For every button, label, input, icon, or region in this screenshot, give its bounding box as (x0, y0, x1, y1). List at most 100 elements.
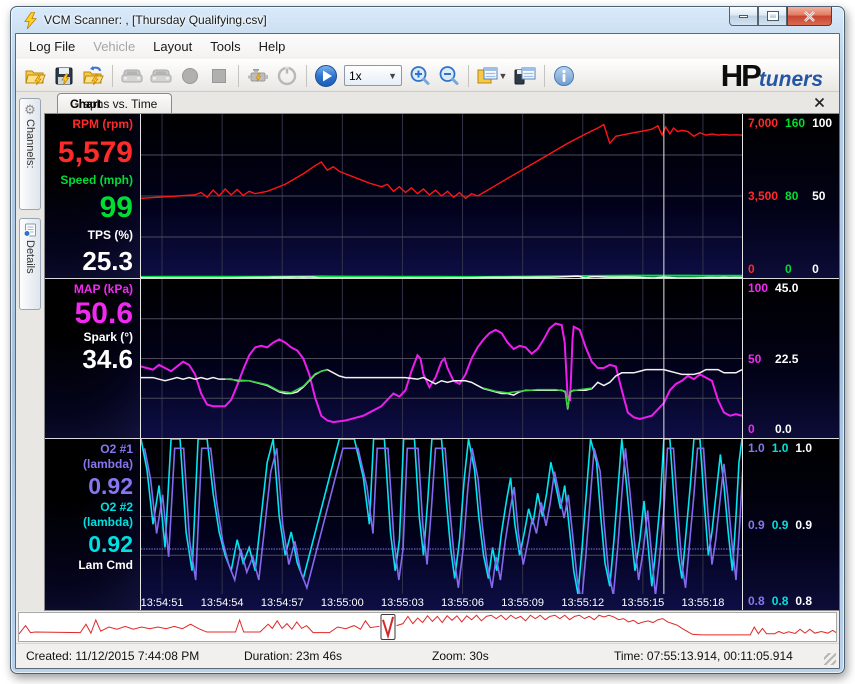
axis-tick: 80 (785, 189, 799, 203)
log-overview-strip[interactable] (18, 612, 837, 642)
time-tick-label: 13:55:12 (561, 597, 605, 609)
channel-value: 34.6 (82, 344, 133, 374)
chevron-down-icon: ▼ (388, 70, 397, 81)
stop-button (206, 63, 232, 89)
save-log-button[interactable] (51, 63, 77, 89)
zoom-in-button[interactable] (407, 63, 433, 89)
axis-column: 100 50 0 (748, 281, 775, 436)
channel-label: Speed (mph) (60, 172, 133, 187)
zoom-out-icon (439, 65, 459, 85)
status-time: Time: 07:55:13.914, 00:11:05.914 (614, 649, 793, 663)
toolbar-separator (468, 64, 469, 87)
title-bar[interactable]: VCM Scanner: , [Thursday Qualifying.csv] (15, 7, 840, 33)
toolbar-separator (238, 64, 239, 87)
axis-tick: 50 (812, 189, 826, 203)
connect-vehicle-button (119, 63, 145, 89)
play-button[interactable] (313, 63, 339, 89)
time-tick-label: 13:55:03 (381, 597, 424, 609)
axis-tick: 0 (748, 422, 755, 436)
channel-labels-panel: RPM (rpm) 5,579 Speed (mph) 99 TPS (%) 25.3 (45, 114, 141, 278)
reopen-log-button[interactable] (80, 63, 106, 89)
maximize-icon (766, 11, 779, 21)
maximize-button[interactable] (758, 7, 787, 26)
record-button (177, 63, 203, 89)
folder-back-arrow-icon (83, 65, 104, 85)
open-log-button[interactable] (22, 63, 48, 89)
hptuners-logo: HP tuners (721, 60, 833, 91)
axis-tick: 0.0 (775, 422, 792, 436)
channel-label: RPM (rpm) (72, 117, 133, 131)
toolbar-separator (544, 64, 545, 87)
time-tick-label: 13:55:00 (320, 597, 364, 609)
save-floppy-icon (55, 67, 73, 85)
layout-select-button[interactable]: ▼ (475, 63, 509, 89)
axis-tick: 0.9 (748, 517, 765, 532)
playback-speed-select[interactable]: 1x ▼ (344, 65, 402, 86)
zoom-out-button[interactable] (436, 63, 462, 89)
series-MAP (141, 324, 742, 423)
logo-tuners-text: tuners (758, 68, 823, 91)
axis-tick: 0.8 (771, 594, 789, 608)
time-tick-label: 13:54:57 (260, 597, 304, 609)
close-button[interactable] (787, 7, 832, 26)
channel-value: 99 (99, 191, 133, 225)
info-icon (554, 65, 574, 86)
status-created: Created: 11/12/2015 7:44:08 PM (26, 649, 200, 663)
axis-tick: 22.5 (775, 351, 799, 366)
axis-tick: 0 (748, 262, 755, 276)
axis-column: 7,000 3,500 0 (748, 116, 785, 276)
axis-tick: 7,000 (748, 116, 779, 130)
chart-plot-area[interactable]: 13:54:51 13:54:54 13:54:57 13:55:00 13:55:03… (141, 439, 742, 610)
app-window: VCM Scanner: , [Thursday Qualifying.csv]… (10, 6, 845, 674)
axis-tick: 160 (785, 116, 806, 130)
axis-column: 1.0 0.9 0.8 (795, 441, 819, 608)
menu-layout[interactable]: Layout (144, 36, 201, 57)
save-layout-button[interactable] (512, 63, 538, 89)
right-axis-panel: 1.0 0.9 0.8 1.0 0.9 0.8 1.0 0.9 0.8 (742, 439, 839, 610)
playback-speed-value: 1x (349, 68, 362, 83)
overview-waveform (19, 615, 836, 635)
channel-value: 0.92 (88, 473, 133, 499)
details-page-icon (23, 223, 36, 237)
open-folder-icon (25, 70, 46, 85)
chart-plot-area[interactable] (141, 114, 742, 278)
axis-tick: 3,500 (748, 189, 779, 203)
axis-column: 100 50 0 (812, 116, 839, 276)
slider-check-mark (382, 616, 395, 639)
time-tick-label: 13:54:54 (200, 597, 244, 609)
time-tick-label: 13:55:18 (681, 597, 725, 609)
menu-log-file[interactable]: Log File (20, 36, 84, 57)
axis-tick: 0.9 (795, 517, 813, 532)
tab-strip: Chart Graphs vs. Time (44, 92, 839, 113)
axis-tick: 1.0 (748, 441, 765, 455)
channel-label: Spark (°) (83, 330, 133, 344)
time-tick-label: 13:55:06 (441, 597, 484, 609)
close-tab-icon (814, 97, 824, 108)
minimize-button[interactable] (729, 7, 758, 26)
tab-graphs-vs-time[interactable]: Chart Graphs vs. Time (57, 93, 173, 113)
chart-plot-area[interactable] (141, 279, 742, 438)
menu-help[interactable]: Help (250, 36, 295, 57)
gear-icon: ⚙ (24, 102, 36, 117)
status-duration: Duration: 23m 46s (244, 649, 343, 663)
channel-label: Lam Cmd (78, 558, 133, 572)
channel-label: O2 #2 (lambda) (82, 500, 133, 529)
resize-grip[interactable] (824, 653, 836, 665)
sidebar-tab-channels[interactable]: ⚙ Channels: (19, 98, 41, 210)
channel-value: 50.6 (74, 297, 133, 330)
status-bar: Created: 11/12/2015 7:44:08 PM Duration:… (16, 643, 839, 668)
right-axis-panel: 100 50 0 45.0 22.5 0.0 (742, 279, 839, 438)
overview-position-slider[interactable] (380, 614, 396, 640)
channels-tab-label: Channels: (24, 119, 36, 169)
tab-close-button[interactable] (811, 95, 827, 111)
minimize-icon (739, 14, 748, 18)
axis-tick: 0.8 (795, 594, 813, 608)
sidebar-tab-details[interactable]: Details (19, 218, 41, 310)
tab-label: Graphs vs. Time (70, 97, 158, 111)
power-button (274, 63, 300, 89)
info-button[interactable] (551, 63, 577, 89)
channel-label: TPS (%) (87, 228, 133, 243)
menu-tools[interactable]: Tools (201, 36, 249, 57)
app-lightning-icon (24, 11, 37, 29)
toolbar: 1x ▼ ▼ HP tuners (16, 59, 839, 92)
